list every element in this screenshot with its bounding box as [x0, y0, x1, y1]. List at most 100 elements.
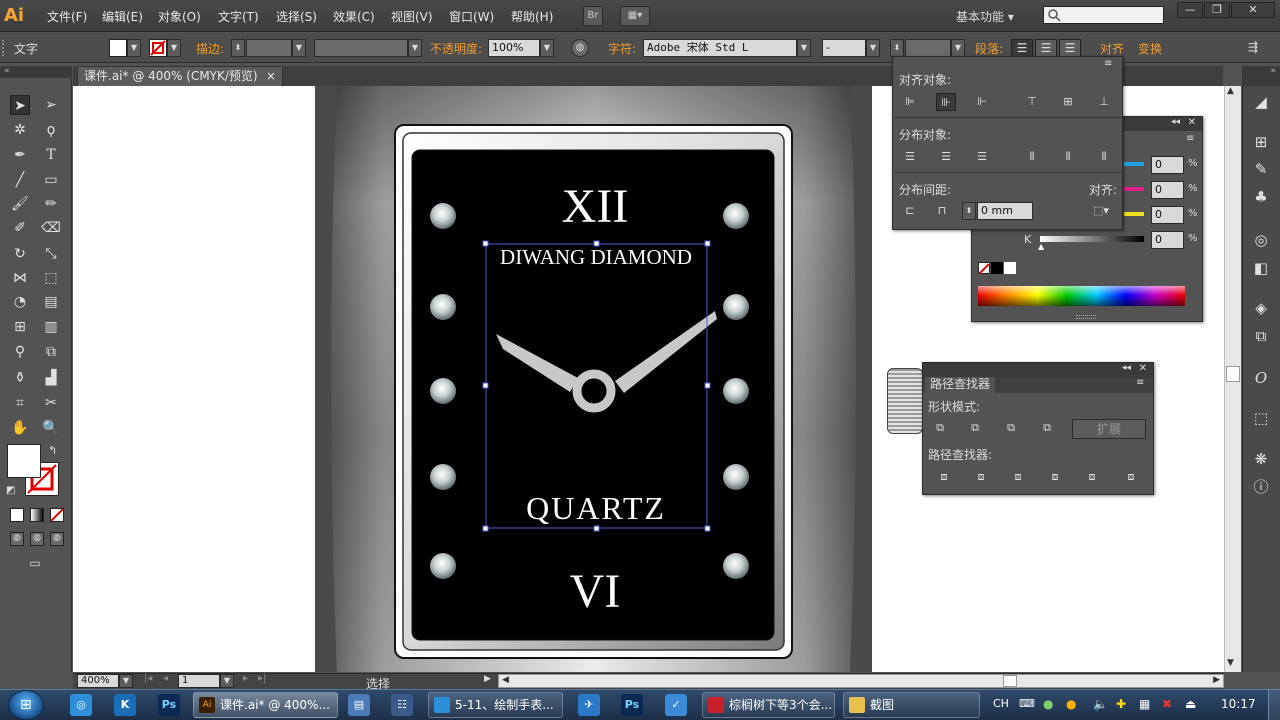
- default-colors-icon[interactable]: ◩: [6, 485, 15, 496]
- yellow-value-field[interactable]: 0: [1151, 206, 1184, 224]
- variable-width-dropdown[interactable]: ▼: [408, 39, 422, 57]
- align-center-button[interactable]: ☰: [1035, 39, 1057, 57]
- status-menu-icon[interactable]: ▶: [484, 674, 491, 684]
- draw-inside-button[interactable]: ◍: [50, 532, 64, 546]
- vertical-align-center-button[interactable]: ⊞: [1058, 93, 1078, 111]
- scale-tool[interactable]: ⤡: [41, 244, 61, 264]
- width-tool[interactable]: ⋈: [10, 268, 30, 288]
- first-page-icon[interactable]: |◂: [144, 673, 152, 684]
- stroke-label[interactable]: 描边:: [196, 40, 224, 57]
- horizontal-align-center-button[interactable]: ⊪: [936, 93, 956, 111]
- black-swatch[interactable]: [991, 262, 1003, 274]
- brushes-icon[interactable]: ✎: [1250, 158, 1272, 180]
- slice-tool[interactable]: ✂: [41, 393, 61, 413]
- merge-button[interactable]: ⧈: [1008, 468, 1028, 486]
- panel-menu-icon[interactable]: ≡: [1104, 58, 1112, 69]
- color-spectrum-bar[interactable]: [978, 286, 1185, 306]
- screen-mode-button[interactable]: ▭: [24, 556, 46, 572]
- lasso-tool[interactable]: ϙ: [41, 120, 61, 140]
- pen-tool[interactable]: ✒: [10, 145, 30, 165]
- stroke-dropdown[interactable]: ▼: [167, 39, 181, 57]
- grip-handle[interactable]: [2, 40, 5, 56]
- stroke-weight-stepper[interactable]: ⬍: [231, 39, 245, 57]
- blob-brush-tool[interactable]: ✐: [10, 218, 30, 238]
- menu-select[interactable]: 选择(S): [276, 8, 317, 25]
- spacing-stepper[interactable]: ⬍: [962, 202, 976, 220]
- menu-object[interactable]: 对象(O): [158, 8, 201, 25]
- scroll-down-icon[interactable]: ▼: [1227, 658, 1234, 668]
- scroll-up-icon[interactable]: ▲: [1227, 86, 1234, 96]
- gradient-tool[interactable]: ▥: [41, 317, 61, 337]
- network-icon[interactable]: ▦: [1139, 697, 1150, 711]
- fill-swatch[interactable]: [109, 39, 127, 57]
- workspace-switcher[interactable]: 基本功能 ▾: [956, 8, 1014, 25]
- distribute-bottom-button[interactable]: ☰: [972, 148, 992, 166]
- character-label[interactable]: 字符:: [608, 40, 636, 57]
- mesh-tool[interactable]: ⊞: [10, 317, 30, 337]
- direct-selection-tool[interactable]: ➢: [41, 95, 61, 115]
- pathfinder-tab[interactable]: 路径查找器: [925, 377, 995, 393]
- taskbar-notepad-icon[interactable]: ▤: [348, 694, 370, 716]
- panel-menu-icon[interactable]: ≡: [1186, 133, 1194, 144]
- k-value-field[interactable]: 0: [1151, 231, 1184, 249]
- white-swatch[interactable]: [1004, 262, 1016, 274]
- magic-wand-tool[interactable]: ✲: [10, 120, 30, 140]
- dock-collapse-button[interactable]: »: [1242, 66, 1280, 86]
- pencil-tool[interactable]: ✏: [41, 194, 61, 214]
- stroke-weight-field[interactable]: [246, 39, 292, 57]
- scroll-thumb[interactable]: [1003, 675, 1017, 687]
- align-left-button[interactable]: ☰: [1011, 39, 1033, 57]
- minus-back-button[interactable]: ⧈: [1121, 468, 1141, 486]
- search-input[interactable]: [1043, 6, 1164, 24]
- qq-tray-icon[interactable]: ●: [1066, 697, 1076, 711]
- collapse-icon[interactable]: ◂◂: [1122, 363, 1131, 373]
- document-tab[interactable]: 课件.ai* @ 400% (CMYK/预览) ×: [77, 66, 283, 86]
- collapse-icon[interactable]: ◂◂: [1171, 117, 1180, 127]
- font-size-dropdown[interactable]: ▼: [951, 39, 965, 57]
- symbol-sprayer-tool[interactable]: ⚱: [10, 368, 30, 388]
- volume-icon[interactable]: 🔈: [1093, 697, 1108, 711]
- stroke-swatch[interactable]: [149, 39, 167, 57]
- color-guide-icon[interactable]: ◢: [1250, 91, 1272, 113]
- font-family-dropdown[interactable]: ▼: [797, 39, 811, 57]
- transform-link[interactable]: 变换: [1138, 40, 1162, 57]
- usb-icon[interactable]: ⏏: [1185, 697, 1196, 711]
- align-link[interactable]: 对齐: [1100, 40, 1124, 57]
- distribute-top-button[interactable]: ☰: [900, 148, 920, 166]
- shape-builder-tool[interactable]: ◔: [10, 292, 30, 312]
- appearance-icon[interactable]: ◎: [1250, 229, 1272, 251]
- prev-page-icon[interactable]: ◂: [163, 673, 168, 684]
- perspective-grid-tool[interactable]: ▤: [41, 292, 61, 312]
- taskbar-list-icon[interactable]: ☷: [391, 694, 413, 716]
- horizontal-align-right-button[interactable]: ⊩: [972, 93, 992, 111]
- taskbar-app-icon[interactable]: ✈: [578, 694, 600, 716]
- taskbar-browser-icon[interactable]: ◎: [70, 694, 92, 716]
- exclude-button[interactable]: ⧉: [1037, 419, 1057, 437]
- restore-button[interactable]: ❐: [1204, 2, 1230, 18]
- paintbrush-tool[interactable]: 🖌: [10, 194, 30, 214]
- fill-color-box[interactable]: [7, 444, 41, 478]
- taskbar-photoshop-icon[interactable]: Ps: [158, 694, 180, 716]
- page-dropdown[interactable]: ▼: [220, 674, 234, 688]
- horizontal-scrollbar[interactable]: ◀ ▶: [498, 674, 1224, 688]
- swatches-icon[interactable]: ⊞: [1250, 131, 1272, 153]
- taskbar-illustrator-item[interactable]: Ai 课件.ai* @ 400%...: [193, 692, 338, 718]
- close-window-button[interactable]: ✕: [1231, 2, 1275, 18]
- rectangle-tool[interactable]: ▭: [41, 170, 61, 190]
- artboard-tool[interactable]: ⌗: [10, 393, 30, 413]
- close-icon[interactable]: ✕: [1139, 363, 1147, 374]
- watch-artwork[interactable]: XII VI DIWANG DIAMOND QUARTZ: [315, 86, 872, 672]
- tray-plus-icon[interactable]: ✚: [1116, 697, 1126, 711]
- distribute-v-center-button[interactable]: ☰: [936, 148, 956, 166]
- next-page-icon[interactable]: ▸: [243, 673, 248, 684]
- font-size-stepper[interactable]: ⬍: [890, 39, 904, 57]
- outline-button[interactable]: ⧈: [1082, 468, 1102, 486]
- free-transform-tool[interactable]: ⬚: [41, 268, 61, 288]
- rotate-tool[interactable]: ↻: [10, 244, 30, 264]
- taskbar-chat-item[interactable]: 棕榈树下等3个会...: [702, 692, 835, 718]
- type-tool[interactable]: T: [41, 145, 61, 165]
- start-button[interactable]: ⊞: [8, 690, 44, 720]
- distribute-right-button[interactable]: ⫴: [1094, 148, 1114, 166]
- stroke-weight-dropdown[interactable]: ▼: [292, 39, 306, 57]
- gradient-mode-button[interactable]: [30, 508, 44, 522]
